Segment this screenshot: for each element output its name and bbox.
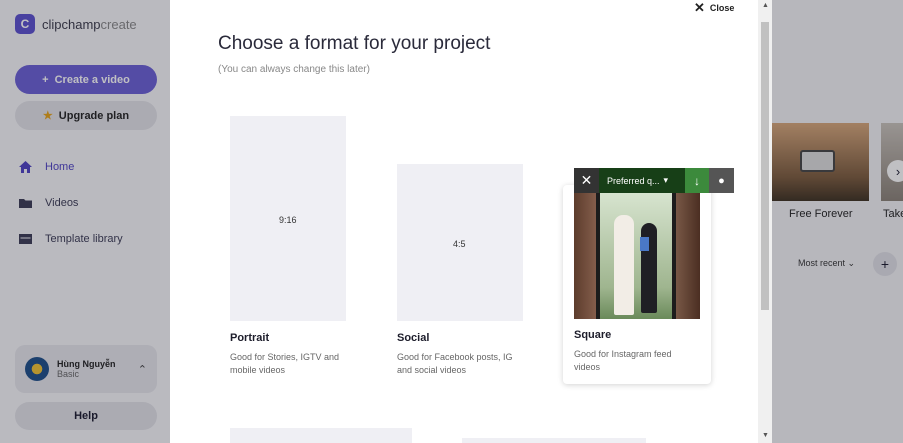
folder-image	[640, 237, 649, 251]
modal-title: Choose a format for your project	[218, 33, 491, 54]
format-card-partial[interactable]	[462, 438, 646, 443]
download-arrow-icon: ↓	[694, 173, 700, 188]
aspect-ratio-label: 4:5	[453, 239, 466, 249]
doorway-image	[596, 193, 676, 319]
scroll-up-arrow-icon[interactable]: ▲	[762, 2, 769, 9]
square-preview-image	[574, 193, 700, 319]
quality-dropdown[interactable]: Preferred q... ▾	[599, 168, 685, 193]
format-title: Social	[397, 332, 430, 344]
scroll-down-arrow-icon[interactable]: ▼	[762, 432, 769, 439]
person-image	[614, 215, 634, 315]
close-icon: ✕	[694, 0, 705, 15]
toolbar-close-button[interactable]: ✕	[574, 168, 599, 193]
format-description: Good for Instagram feed videos	[574, 349, 672, 372]
format-title: Portrait	[230, 332, 270, 344]
format-card-partial[interactable]	[230, 428, 412, 443]
modal-subtitle: (You can always change this later)	[218, 64, 370, 75]
download-button[interactable]: ↓	[685, 168, 709, 193]
scrollbar-thumb[interactable]	[761, 22, 769, 310]
aspect-ratio-label: 9:16	[279, 215, 297, 225]
caret-down-icon: ▾	[663, 175, 669, 185]
format-title: Square	[574, 329, 612, 341]
format-description: Good for Stories, IGTV and mobile videos	[230, 352, 340, 375]
close-icon: ✕	[580, 172, 593, 188]
format-description: Good for Facebook posts, IG and social vi…	[397, 352, 513, 375]
lightbulb-button[interactable]: ●	[709, 168, 734, 193]
close-button[interactable]: ✕ Close	[694, 0, 734, 16]
lightbulb-icon: ●	[718, 174, 725, 187]
image-overlay-toolbar: ✕ Preferred q... ▾ ↓ ●	[574, 168, 734, 193]
